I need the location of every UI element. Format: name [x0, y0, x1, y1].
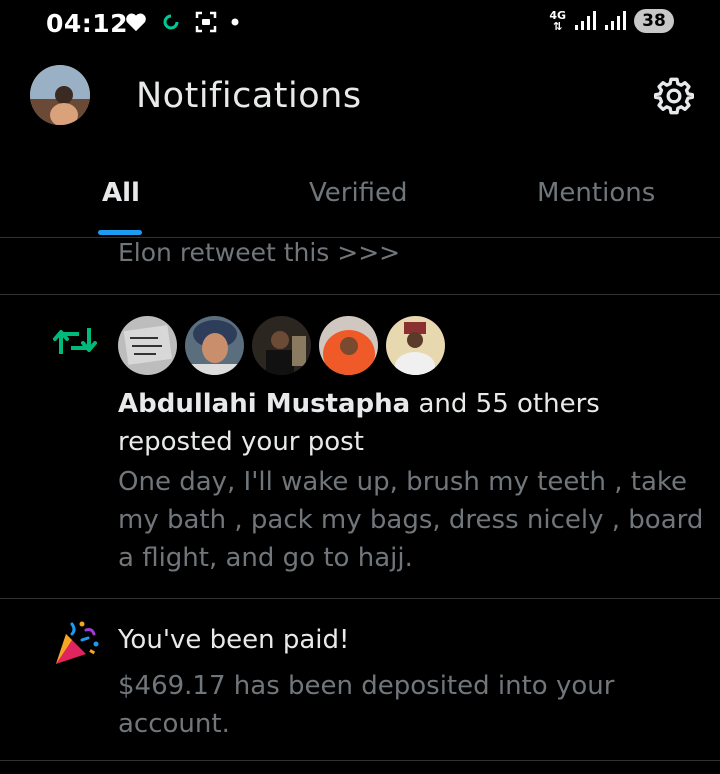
dot-icon: [231, 18, 239, 26]
page-title: Notifications: [136, 76, 362, 116]
avatar-image: [30, 65, 90, 125]
avatar[interactable]: [252, 316, 311, 375]
status-right: 4G ⇅ 38: [549, 9, 674, 33]
arrows-icon: ⇅: [553, 20, 563, 33]
battery-icon: 38: [634, 9, 674, 33]
payment-body: $469.17 has been deposited into your acc…: [118, 671, 615, 739]
reposted-post-text: One day, I'll wake up, brush my teeth , …: [118, 467, 704, 573]
avatar[interactable]: [118, 316, 177, 375]
divider: [0, 760, 720, 761]
divider: [0, 598, 720, 599]
previous-post-snippet[interactable]: Elon retweet this >>>: [118, 238, 400, 267]
repost-summary: Abdullahi Mustapha and 55 others reposte…: [118, 385, 708, 461]
avatar[interactable]: [386, 316, 445, 375]
tab-verified[interactable]: Verified: [309, 178, 408, 208]
gear-icon[interactable]: [654, 76, 694, 116]
divider: [0, 294, 720, 295]
tab-all[interactable]: All: [102, 178, 140, 208]
avatar[interactable]: [319, 316, 378, 375]
status-icons: [125, 11, 239, 33]
party-popper-icon: [56, 621, 99, 664]
sync-icon: [163, 14, 179, 30]
heart-icon: [126, 13, 146, 32]
repost-avatars: [118, 316, 445, 375]
screenshot-icon: [195, 11, 217, 33]
active-tab-indicator: [98, 230, 142, 235]
profile-avatar[interactable]: [30, 65, 90, 125]
network-indicator: 4G ⇅: [549, 10, 566, 32]
tab-mentions[interactable]: Mentions: [537, 178, 655, 208]
tab-bar: All Verified Mentions: [0, 170, 720, 238]
avatar[interactable]: [185, 316, 244, 375]
payment-title: You've been paid!: [118, 625, 350, 655]
signal-icon: [605, 11, 626, 30]
status-bar: 04:12 4G ⇅ 38: [0, 0, 720, 48]
header: Notifications: [0, 60, 720, 136]
repost-icon: [53, 328, 97, 354]
signal-icon: [575, 11, 596, 30]
clock: 04:12: [46, 9, 129, 38]
repost-actor-name[interactable]: Abdullahi Mustapha: [118, 389, 410, 419]
